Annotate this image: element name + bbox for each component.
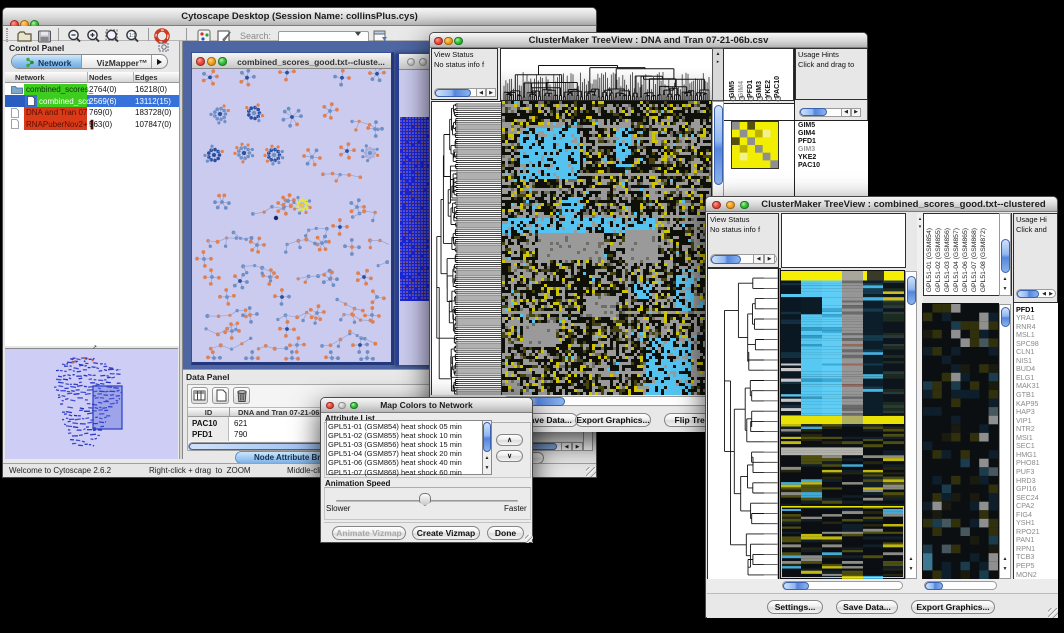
svg-text:1:1: 1:1	[129, 33, 136, 39]
